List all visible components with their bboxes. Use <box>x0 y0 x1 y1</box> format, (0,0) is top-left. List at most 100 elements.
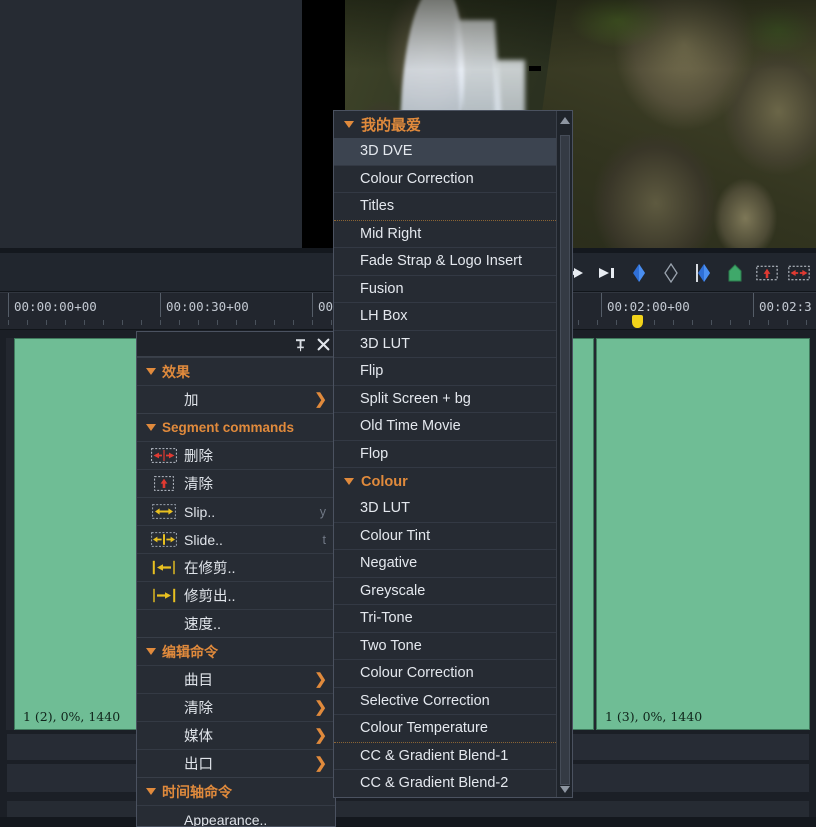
menu-item[interactable]: 曲目 ❯ <box>137 665 335 693</box>
effects-menu-item[interactable]: 3D LUT <box>334 331 558 358</box>
ruler-major-tick <box>753 293 754 317</box>
ruler-minor-tick <box>198 320 199 325</box>
effects-menu-item[interactable]: 3D DVE <box>334 138 558 166</box>
menu-item-icon-placeholder <box>150 812 178 827</box>
effects-menu-item[interactable]: Flop <box>334 441 558 468</box>
edit-context-panel[interactable]: 效果加 ❯ Segment commands 删除 清除 Slip.. y Slide.. t 在… <box>136 331 336 827</box>
menu-item-label: 曲目 <box>184 673 213 689</box>
slip-icon <box>150 504 178 520</box>
ruler-minor-tick <box>692 320 693 325</box>
menu-item[interactable]: 删除 <box>137 441 335 469</box>
clip-label: 1 (2), 0%, 1440 <box>23 709 121 724</box>
chevron-up-icon[interactable] <box>560 117 570 124</box>
effects-menu-item[interactable]: Tri-Tone <box>334 605 558 633</box>
ruler-minor-tick <box>122 320 123 325</box>
effects-menu-item[interactable]: Negative <box>334 550 558 578</box>
menu-item[interactable]: 清除 ❯ <box>137 693 335 721</box>
effects-menu-item[interactable]: CC & Gradient Blend-2 <box>334 770 558 797</box>
effects-menu-item[interactable]: Old Time Movie <box>334 413 558 441</box>
menu-item[interactable]: 速度.. <box>137 609 335 637</box>
ruler-minor-tick <box>236 320 237 325</box>
go-to-end-icon[interactable] <box>596 262 618 284</box>
menu-item[interactable]: 加 ❯ <box>137 385 335 413</box>
menu-item[interactable]: Appearance.. <box>137 805 335 827</box>
effects-menu-item[interactable]: Colour Tint <box>334 523 558 550</box>
edit-panel-menu: 效果加 ❯ Segment commands 删除 清除 Slip.. y Slide.. t 在… <box>137 357 335 827</box>
app-root: 00:00:00+00 00:00:30+00 00: 00:02:00+00 00:0… <box>0 0 816 827</box>
menu-item[interactable]: 在修剪.. <box>137 553 335 581</box>
menu-item-label: 出口 <box>184 757 213 773</box>
audio-track-3[interactable] <box>6 800 810 818</box>
menu-item-icon-placeholder <box>150 756 178 772</box>
effects-group-header[interactable]: 我的最爱 <box>334 111 558 138</box>
trim-out-icon <box>150 588 178 604</box>
effects-menu-item[interactable]: Selective Correction <box>334 688 558 715</box>
mark-clip-blue-icon[interactable] <box>692 262 714 284</box>
menu-item[interactable]: 媒体 ❯ <box>137 721 335 749</box>
ruler-minor-tick <box>597 320 598 325</box>
effects-menu-item[interactable]: Titles <box>334 193 558 221</box>
ruler-minor-tick <box>65 320 66 325</box>
effects-menu-item[interactable]: Colour Correction <box>334 166 558 193</box>
ruler-minor-tick <box>749 320 750 325</box>
menu-item[interactable]: Slip.. y <box>137 497 335 525</box>
marker-green-icon[interactable] <box>724 262 746 284</box>
menu-item-icon-placeholder <box>150 700 178 716</box>
effects-menu-item[interactable]: Fade Strap & Logo Insert <box>334 248 558 276</box>
chevron-down-icon[interactable] <box>560 786 570 793</box>
menu-section-label: Segment commands <box>162 420 295 435</box>
triangle-down-icon <box>344 478 354 485</box>
effects-scrollbar[interactable] <box>556 111 572 797</box>
close-icon[interactable] <box>316 338 330 352</box>
effects-menu-item[interactable]: Mid Right <box>334 221 558 248</box>
triangle-down-icon <box>146 648 156 655</box>
ruler-tick-label: 00:00:30+00 <box>166 299 249 314</box>
pin-icon[interactable] <box>293 338 307 352</box>
effects-list: 我的最爱 3D DVE Colour Correction Titles Mid Rig… <box>334 111 558 797</box>
menu-section-header[interactable]: Segment commands <box>137 413 335 441</box>
ruler-minor-tick <box>654 320 655 325</box>
ruler-minor-tick <box>141 320 142 325</box>
effects-menu-item[interactable]: CC & Gradient Blend-1 <box>334 743 558 770</box>
keyframe-diamond-icon[interactable] <box>660 262 682 284</box>
ruler-minor-tick <box>103 320 104 325</box>
menu-item[interactable]: 修剪出.. <box>137 581 335 609</box>
effects-menu-item[interactable]: Colour Correction <box>334 660 558 688</box>
ruler-minor-tick <box>255 320 256 325</box>
menu-item-shortcut: t <box>322 532 326 547</box>
playhead-marker[interactable] <box>632 315 643 328</box>
effects-menu-item[interactable]: Two Tone <box>334 633 558 660</box>
menu-section-header[interactable]: 编辑命令 <box>137 637 335 665</box>
effects-menu-item[interactable]: Split Screen + bg <box>334 386 558 413</box>
mark-in-out-blue-icon[interactable] <box>628 262 650 284</box>
lift-icon[interactable] <box>756 262 778 284</box>
ruler-minor-tick <box>217 320 218 325</box>
effects-menu-item[interactable]: Fusion <box>334 276 558 303</box>
effects-menu-item[interactable]: Greyscale <box>334 578 558 605</box>
timeline-clip[interactable]: 1 (3), 0%, 1440 <box>596 338 810 730</box>
lift-clear-icon <box>150 476 178 492</box>
ruler-minor-tick <box>84 320 85 325</box>
ruler-minor-tick <box>730 320 731 325</box>
menu-item-icon-placeholder <box>150 616 178 632</box>
ruler-minor-tick <box>787 320 788 325</box>
scrollbar-thumb[interactable] <box>560 135 570 785</box>
effects-menu-item[interactable]: 3D LUT <box>334 495 558 523</box>
effects-group-header[interactable]: Colour <box>334 468 558 495</box>
effects-flyout-menu[interactable]: 我的最爱 3D DVE Colour Correction Titles Mid Rig… <box>333 110 573 798</box>
edit-panel-titlebar[interactable] <box>137 332 335 357</box>
effects-menu-item[interactable]: LH Box <box>334 303 558 331</box>
ruler-major-tick <box>601 293 602 317</box>
effects-menu-item[interactable]: Flip <box>334 358 558 386</box>
menu-item-shortcut: y <box>319 504 326 519</box>
extract-icon[interactable] <box>788 262 810 284</box>
menu-section-header[interactable]: 时间轴命令 <box>137 777 335 805</box>
ripple-delete-icon <box>150 448 178 464</box>
effects-menu-item[interactable]: Colour Temperature <box>334 715 558 743</box>
menu-item[interactable]: 清除 <box>137 469 335 497</box>
menu-item-label: 修剪出.. <box>184 589 236 605</box>
menu-section-header[interactable]: 效果 <box>137 357 335 385</box>
menu-item[interactable]: 出口 ❯ <box>137 749 335 777</box>
menu-item[interactable]: Slide.. t <box>137 525 335 553</box>
menu-item-label: Slip.. <box>184 503 216 520</box>
